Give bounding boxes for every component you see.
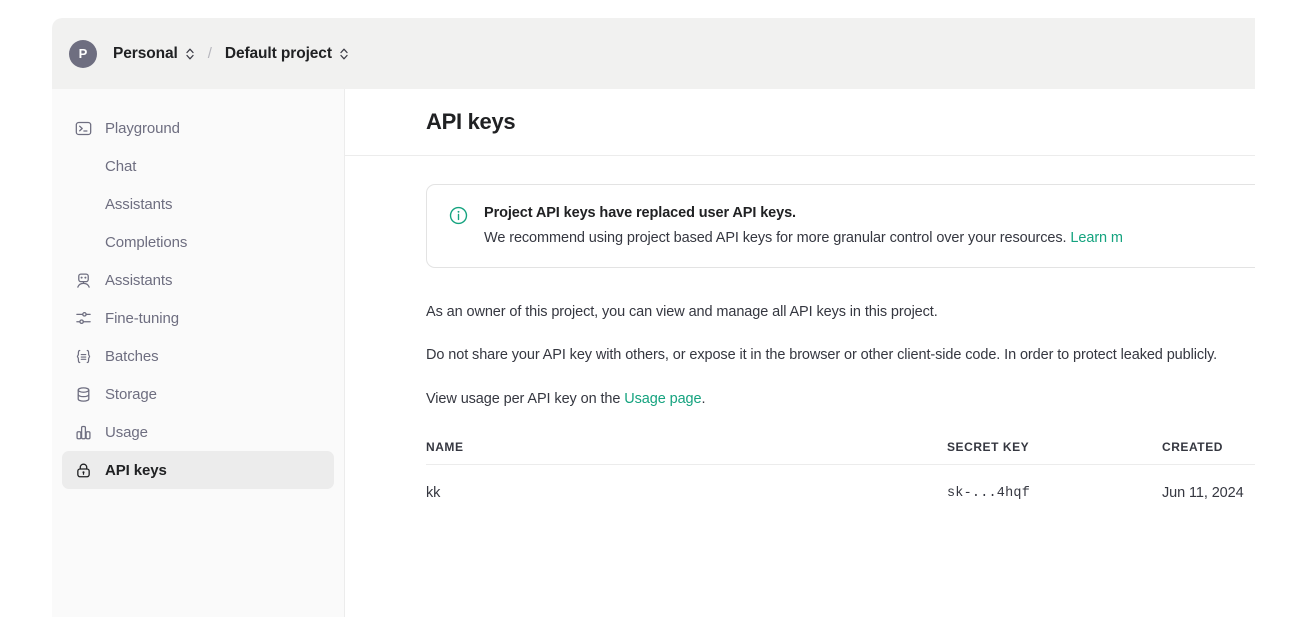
sidebar-item-label: Assistants	[105, 196, 172, 213]
sidebar-item-usage[interactable]: Usage	[62, 413, 334, 451]
cell-key-name: kk	[426, 485, 947, 501]
sidebar-item-playground[interactable]: Playground	[62, 109, 334, 147]
chevron-up-down-icon[interactable]	[339, 46, 349, 62]
sidebar-item-label: Playground	[105, 120, 180, 137]
terminal-icon	[74, 119, 92, 137]
cell-secret-key: sk-...4hqf	[947, 486, 1162, 501]
paragraph-security-note: Do not share your API key with others, o…	[426, 343, 1255, 368]
sliders-icon	[74, 309, 92, 327]
column-header-name: NAME	[426, 440, 947, 454]
sidebar-item-completions[interactable]: Completions	[62, 223, 334, 261]
sidebar-item-label: Storage	[105, 386, 157, 403]
braces-list-icon	[74, 347, 92, 365]
page-header: API keys	[345, 89, 1255, 156]
info-callout: Project API keys have replaced user API …	[426, 184, 1255, 268]
paragraph-security-line-1: Do not share your API key with others, o…	[426, 347, 1117, 363]
sidebar-item-assistants[interactable]: Assistants	[62, 261, 334, 299]
paragraph-security-line-2: leaked publicly.	[1121, 347, 1217, 363]
cell-created-date: Jun 11, 2024	[1162, 485, 1255, 501]
api-keys-table: NAME SECRET KEY CREATED kk sk-...4hqf Ju…	[426, 430, 1255, 521]
sidebar: Playground Chat Assistants Completions A…	[52, 89, 345, 617]
bar-chart-icon	[74, 423, 92, 441]
sidebar-item-fine-tuning[interactable]: Fine-tuning	[62, 299, 334, 337]
sidebar-item-label: Fine-tuning	[105, 310, 179, 327]
robot-icon	[74, 271, 92, 289]
column-header-created: CREATED	[1162, 440, 1255, 454]
paragraph-usage-note: View usage per API key on the Usage page…	[426, 387, 1255, 412]
table-header-row: NAME SECRET KEY CREATED	[426, 430, 1255, 465]
breadcrumb-project-label[interactable]: Default project	[225, 45, 332, 63]
sidebar-item-label: API keys	[105, 462, 167, 479]
avatar: P	[69, 40, 97, 68]
chevron-up-down-icon[interactable]	[185, 46, 195, 62]
column-header-secret-key: SECRET KEY	[947, 440, 1162, 454]
database-icon	[74, 385, 92, 403]
sidebar-item-label: Chat	[105, 158, 136, 175]
callout-text: We recommend using project based API key…	[484, 230, 1255, 246]
callout-title: Project API keys have replaced user API …	[484, 205, 1255, 221]
top-bar: P Personal / Default project	[52, 18, 1255, 89]
paragraph-owner-note: As an owner of this project, you can vie…	[426, 300, 1255, 325]
breadcrumb-separator: /	[208, 45, 212, 62]
usage-suffix: .	[701, 391, 705, 407]
sidebar-item-storage[interactable]: Storage	[62, 375, 334, 413]
usage-prefix: View usage per API key on the	[426, 391, 624, 407]
sidebar-item-label: Assistants	[105, 272, 172, 289]
usage-page-link[interactable]: Usage page	[624, 391, 701, 407]
page-title: API keys	[426, 109, 515, 135]
content-area: Project API keys have replaced user API …	[345, 156, 1255, 521]
sidebar-item-label: Completions	[105, 234, 187, 251]
description-paragraphs: As an owner of this project, you can vie…	[426, 300, 1255, 412]
sidebar-item-chat[interactable]: Chat	[62, 147, 334, 185]
sidebar-item-label: Batches	[105, 348, 159, 365]
main-content: API keys Project API keys have replaced …	[345, 89, 1255, 617]
info-circle-icon	[449, 206, 468, 246]
learn-more-link[interactable]: Learn m	[1070, 230, 1123, 246]
app-shell: P Personal / Default project	[52, 18, 1255, 617]
lock-icon	[74, 461, 92, 479]
sidebar-item-playground-assistants[interactable]: Assistants	[62, 185, 334, 223]
breadcrumb: Personal / Default project	[113, 45, 349, 63]
callout-description: We recommend using project based API key…	[484, 230, 1070, 246]
sidebar-item-api-keys[interactable]: API keys	[62, 451, 334, 489]
sidebar-item-batches[interactable]: Batches	[62, 337, 334, 375]
table-row[interactable]: kk sk-...4hqf Jun 11, 2024	[426, 465, 1255, 521]
breadcrumb-org-label[interactable]: Personal	[113, 45, 178, 63]
sidebar-item-label: Usage	[105, 424, 148, 441]
